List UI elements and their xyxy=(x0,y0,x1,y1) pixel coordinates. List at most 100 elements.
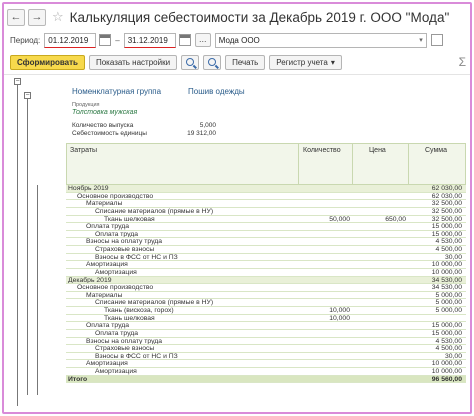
search-clear-button[interactable] xyxy=(203,54,222,70)
table-row[interactable]: Взносы на оплату труда 4 530,00 xyxy=(66,338,466,346)
table-row[interactable]: Ткань (вискоза, горох) 10,000 5 000,00 xyxy=(66,307,466,315)
quantity-cell xyxy=(298,254,350,261)
print-button[interactable]: Печать xyxy=(225,54,266,70)
price-cell xyxy=(352,185,406,192)
price-cell xyxy=(352,238,406,245)
table-row[interactable]: Взносы в ФСС от НС и ПЗ 30,00 xyxy=(66,353,466,361)
back-arrow-icon: ← xyxy=(10,11,22,23)
show-settings-button[interactable]: Показать настройки xyxy=(88,54,178,70)
sum-cell: 5 000,00 xyxy=(435,307,462,314)
table-row[interactable]: Взносы в ФСС от НС и ПЗ 30,00 xyxy=(66,254,466,262)
cost-item-name: Оплата труда xyxy=(95,230,139,238)
period-group-row[interactable]: Декабрь 2019 34 530,00 xyxy=(66,276,466,285)
quantity-cell xyxy=(298,193,350,200)
report-area[interactable]: − − Номенклатурная группа Пошив одежды П… xyxy=(4,75,470,412)
table-header: Затраты Количество Цена Сумма xyxy=(66,143,466,185)
table-row[interactable]: Основное производство 34 530,00 xyxy=(66,284,466,292)
price-cell xyxy=(352,315,406,322)
register-button[interactable]: Регистр учета ▾ xyxy=(269,54,342,70)
quantity-cell xyxy=(298,330,350,337)
cost-item-name: Материалы xyxy=(86,200,123,207)
table-row[interactable]: Оплата труда 15 000,00 xyxy=(66,231,466,239)
unit-cost-value: 19 312,00 xyxy=(187,130,216,137)
table-row[interactable]: Амортизация 10 000,00 xyxy=(66,261,466,269)
quantity-cell xyxy=(298,284,350,291)
cost-item-name: Ноябрь 2019 xyxy=(68,185,109,192)
cost-item-name: Ткань (вискоза, горох) xyxy=(104,307,174,314)
sum-value: 62 030,00 xyxy=(431,185,462,192)
register-label: Регистр учета xyxy=(276,57,328,67)
forward-button[interactable]: → xyxy=(28,8,46,26)
outline-rail xyxy=(37,185,38,395)
cost-item-name: Основное производство xyxy=(77,284,154,291)
table-row[interactable]: Оплата труда 15 000,00 xyxy=(66,322,466,330)
table-row[interactable]: Оплата труда 15 000,00 xyxy=(66,330,466,338)
table-row[interactable]: Материалы 32 500,00 xyxy=(66,200,466,208)
table-row[interactable]: Ткань шелковая 10,000 xyxy=(66,315,466,323)
cost-item-name: Ткань шелковая xyxy=(104,314,155,322)
search-button[interactable] xyxy=(181,54,200,70)
sum-sigma-icon[interactable]: Σ xyxy=(459,55,466,69)
price-cell xyxy=(352,208,406,215)
date-to-input[interactable]: 31.12.2019 xyxy=(123,32,176,48)
open-icon[interactable] xyxy=(430,34,443,46)
cost-item-name: Взносы в ФСС от НС и ПЗ xyxy=(95,352,178,360)
quantity-cell xyxy=(298,338,350,345)
quantity-cell xyxy=(298,231,350,238)
date-from-input[interactable]: 01.12.2019 xyxy=(44,32,97,48)
price-cell xyxy=(352,277,406,284)
cost-item-name: Декабрь 2019 xyxy=(68,276,112,284)
cost-item-name: Материалы xyxy=(86,291,123,299)
table-row[interactable]: Оплата труда 15 000,00 xyxy=(66,223,466,231)
cost-item-name: Амортизация xyxy=(86,360,128,367)
sum-cell: 10 000,00 xyxy=(431,360,462,367)
sum-cell: 4 500,00 xyxy=(435,246,462,253)
sum-value: 96 560,00 xyxy=(431,375,462,383)
collapse-toggle[interactable]: − xyxy=(24,92,31,99)
quantity-cell xyxy=(298,261,350,268)
price-cell xyxy=(352,284,406,291)
table-row[interactable]: Взносы на оплату труда 4 530,00 xyxy=(66,238,466,246)
cost-item-name: Амортизация xyxy=(95,368,137,375)
quantity-cell: 10,000 xyxy=(329,307,350,314)
product-name: Толстовка мужская xyxy=(72,109,138,116)
collapse-toggle[interactable]: − xyxy=(14,78,21,85)
table-row[interactable]: Основное производство 62 030,00 xyxy=(66,193,466,201)
cost-item-name: Списание материалов (прямые в НУ) xyxy=(95,207,214,215)
period-group-row[interactable]: Ноябрь 2019 62 030,00 xyxy=(66,185,466,193)
table-row[interactable]: Списание материалов (прямые в НУ) 32 500,… xyxy=(66,208,466,216)
sum-cell: 4 500,00 xyxy=(435,345,462,352)
price-cell xyxy=(352,353,406,360)
column-header-quantity: Количество xyxy=(303,147,341,154)
favorite-star-icon[interactable]: ☆ xyxy=(52,9,64,25)
table-row[interactable]: Списание материалов (прямые в НУ) 5 000,0… xyxy=(66,299,466,307)
quantity-cell xyxy=(298,223,350,230)
total-row[interactable]: Итого 96 560,00 xyxy=(66,375,466,384)
search-icon xyxy=(186,58,195,66)
back-button[interactable]: ← xyxy=(7,8,25,26)
range-dash: – xyxy=(115,35,120,45)
organization-value: Мода ООО xyxy=(218,35,260,45)
chevron-down-icon: ▾ xyxy=(419,36,423,44)
sum-cell: 4 530,00 xyxy=(435,337,462,345)
quantity-cell xyxy=(298,200,350,207)
table-row[interactable]: Амортизация 10 000,00 xyxy=(66,360,466,368)
cost-item-name: Оплата труда xyxy=(86,322,130,329)
output-qty-label: Количество выпуска xyxy=(72,122,134,129)
calendar-icon[interactable] xyxy=(178,34,191,46)
sum-cell: 96 560,00 xyxy=(408,375,464,383)
table-row[interactable]: Страховые взносы 4 500,00 xyxy=(66,246,466,254)
title-bar: ← → ☆ Калькуляция себестоимости за Декаб… xyxy=(4,4,470,30)
table-row[interactable]: Материалы 5 000,00 xyxy=(66,292,466,300)
table-row[interactable]: Страховые взносы 4 500,00 xyxy=(66,345,466,353)
chevron-down-icon: ▾ xyxy=(330,57,335,67)
sum-cell: 10 000,00 xyxy=(431,261,462,268)
period-select-button[interactable]: ... xyxy=(194,33,211,47)
table-row[interactable]: Ткань шелковая 50,000 650,00 32 500,00 xyxy=(66,216,466,224)
generate-button[interactable]: Сформировать xyxy=(10,54,85,70)
organization-select[interactable]: Мода ООО ▾ xyxy=(214,32,427,48)
calendar-icon[interactable] xyxy=(99,34,112,46)
cost-item-name: Амортизация xyxy=(86,261,128,268)
table-row[interactable]: Амортизация 10 000,00 xyxy=(66,368,466,376)
table-row[interactable]: Амортизация 10 000,00 xyxy=(66,269,466,277)
